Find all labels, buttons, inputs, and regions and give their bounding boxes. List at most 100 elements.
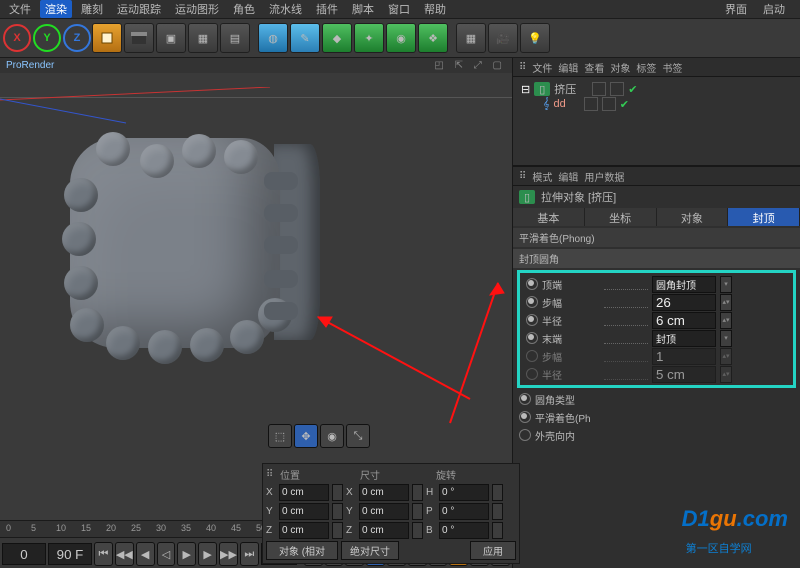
field-drop[interactable]: 圆角封顶 — [652, 276, 716, 293]
prev-key-icon[interactable]: ◀◀ — [115, 542, 134, 566]
tab-caps[interactable]: 封顶 — [728, 208, 800, 226]
objtab[interactable]: 对象 — [610, 60, 630, 75]
menu-窗口[interactable]: 窗口 — [383, 0, 415, 18]
spline-pen-icon[interactable]: ✎ — [290, 23, 320, 53]
spinner-icon[interactable]: ▴▾ — [720, 348, 732, 365]
menu-运动图形[interactable]: 运动图形 — [170, 0, 224, 18]
object-spline[interactable]: 𝄞 dd ✔ — [521, 97, 792, 111]
attr-menu[interactable]: 模式 — [532, 169, 552, 184]
start-label[interactable]: 启动 — [758, 0, 790, 18]
goto-start-icon[interactable]: ⏮ — [94, 542, 113, 566]
axis-x-button[interactable]: X — [3, 24, 31, 52]
scale-tool-icon[interactable]: ⤡ — [346, 424, 370, 448]
menu-流水线[interactable]: 流水线 — [264, 0, 307, 18]
field-input[interactable] — [652, 294, 716, 311]
axis-z-button[interactable]: Z — [63, 24, 91, 52]
rot-Y[interactable] — [439, 503, 489, 520]
size-X[interactable] — [359, 484, 409, 501]
object-manager[interactable]: ⊟ ▯ 挤压 ✔ 𝄞 dd ✔ — [513, 77, 800, 166]
radio-icon[interactable] — [526, 368, 538, 380]
viewport-3d[interactable]: 网格间距 : 10000 cm — [0, 73, 512, 520]
coord-manager: ⠿ 位置 尺寸 旋转 XXHYYPZZB 对象 (相对 绝对尺寸 应用 — [262, 463, 520, 564]
deformer-icon[interactable]: ✦ — [354, 23, 384, 53]
primitive-cube-icon[interactable]: ◍ — [258, 23, 288, 53]
objtab[interactable]: 编辑 — [558, 60, 578, 75]
field-label: 半径 — [542, 313, 600, 328]
tab-object[interactable]: 对象 — [657, 208, 729, 226]
enable-check-icon[interactable]: ✔ — [620, 98, 629, 111]
prev-frame-icon[interactable]: ◀ — [136, 542, 155, 566]
goto-end-icon[interactable]: ⏭ — [240, 542, 259, 566]
menu-雕刻[interactable]: 雕刻 — [76, 0, 108, 18]
move-tool-icon[interactable]: ✥ — [294, 424, 318, 448]
clapper-icon[interactable] — [124, 23, 154, 53]
field-input[interactable] — [652, 366, 716, 383]
live-select-icon[interactable]: ⬚ — [268, 424, 292, 448]
sphere-icon[interactable]: ◉ — [386, 23, 416, 53]
tab-coord[interactable]: 坐标 — [585, 208, 657, 226]
attr-menu[interactable]: 用户数据 — [584, 169, 624, 184]
objtab[interactable]: 查看 — [584, 60, 604, 75]
axis-y-button[interactable]: Y — [33, 24, 61, 52]
radio-icon[interactable] — [526, 350, 538, 362]
camera-icon[interactable]: 🎥 — [488, 23, 518, 53]
objtab[interactable]: 标签 — [636, 60, 656, 75]
size-Y[interactable] — [359, 503, 409, 520]
vis-editor-icon[interactable] — [592, 82, 606, 96]
size-Z[interactable] — [359, 522, 409, 539]
cube-icon[interactable] — [92, 23, 122, 53]
pos-Y[interactable] — [279, 503, 329, 520]
drop-arrow-icon[interactable]: ▾ — [720, 276, 732, 293]
menu-运动跟踪[interactable]: 运动跟踪 — [112, 0, 166, 18]
rot-Z[interactable] — [439, 522, 489, 539]
field-input[interactable] — [652, 348, 716, 365]
floor-icon[interactable]: ▦ — [456, 23, 486, 53]
coord-mode-drop[interactable]: 对象 (相对 — [266, 541, 338, 560]
frame-start-field[interactable] — [2, 543, 46, 565]
phong-row[interactable]: 平滑着色(Phong) — [513, 228, 800, 247]
menu-角色[interactable]: 角色 — [228, 0, 260, 18]
field-input[interactable] — [652, 312, 716, 329]
spinner-icon[interactable]: ▴▾ — [720, 366, 732, 383]
next-frame-icon[interactable]: ▶ — [198, 542, 217, 566]
objtab[interactable]: 文件 — [532, 60, 552, 75]
light-icon[interactable]: 💡 — [520, 23, 550, 53]
vis-editor-icon[interactable] — [584, 97, 598, 111]
vis-render-icon[interactable] — [610, 82, 624, 96]
effector-icon[interactable]: ❖ — [418, 23, 448, 53]
rotate-tool-icon[interactable]: ◉ — [320, 424, 344, 448]
vis-render-icon[interactable] — [602, 97, 616, 111]
field-drop[interactable]: 封顶 — [652, 330, 716, 347]
menu-脚本[interactable]: 脚本 — [347, 0, 379, 18]
enable-check-icon[interactable]: ✔ — [628, 83, 637, 96]
viewport-controls[interactable]: ◰ ⇱ ⤢ ▢ — [434, 60, 512, 71]
next-key-icon[interactable]: ▶▶ — [219, 542, 238, 566]
object-extrude[interactable]: ⊟ ▯ 挤压 ✔ — [521, 81, 792, 97]
render-engine-label[interactable]: ProRender — [6, 60, 54, 71]
frame-end-field[interactable] — [48, 543, 92, 565]
render-settings-icon[interactable]: ▤ — [220, 23, 250, 53]
rot-X[interactable] — [439, 484, 489, 501]
play-back-icon[interactable]: ◁ — [157, 542, 176, 566]
spinner-icon[interactable]: ▴▾ — [720, 294, 732, 311]
menu-插件[interactable]: 插件 — [311, 0, 343, 18]
generator-icon[interactable]: ◆ — [322, 23, 352, 53]
coord-size-drop[interactable]: 绝对尺寸 — [341, 541, 399, 560]
pos-Z[interactable] — [279, 522, 329, 539]
play-icon[interactable]: ▶ — [177, 542, 196, 566]
objtab[interactable]: 书签 — [662, 60, 682, 75]
menu-渲染[interactable]: 渲染 — [40, 0, 72, 18]
menu-文件[interactable]: 文件 — [4, 0, 36, 18]
render-icon[interactable]: ▣ — [156, 23, 186, 53]
menu-帮助[interactable]: 帮助 — [419, 0, 451, 18]
attr-title: 拉伸对象 [挤压] — [541, 189, 616, 205]
expand-icon[interactable]: ⊟ — [521, 83, 530, 96]
spinner-icon[interactable]: ▴▾ — [720, 312, 732, 329]
pos-X[interactable] — [279, 484, 329, 501]
apply-button[interactable]: 应用 — [470, 541, 516, 560]
attr-menu[interactable]: 编辑 — [558, 169, 578, 184]
picture-icon[interactable]: ▦ — [188, 23, 218, 53]
drop-arrow-icon[interactable]: ▾ — [720, 330, 732, 347]
tab-basic[interactable]: 基本 — [513, 208, 585, 226]
layout-label[interactable]: 界面 — [720, 0, 752, 18]
